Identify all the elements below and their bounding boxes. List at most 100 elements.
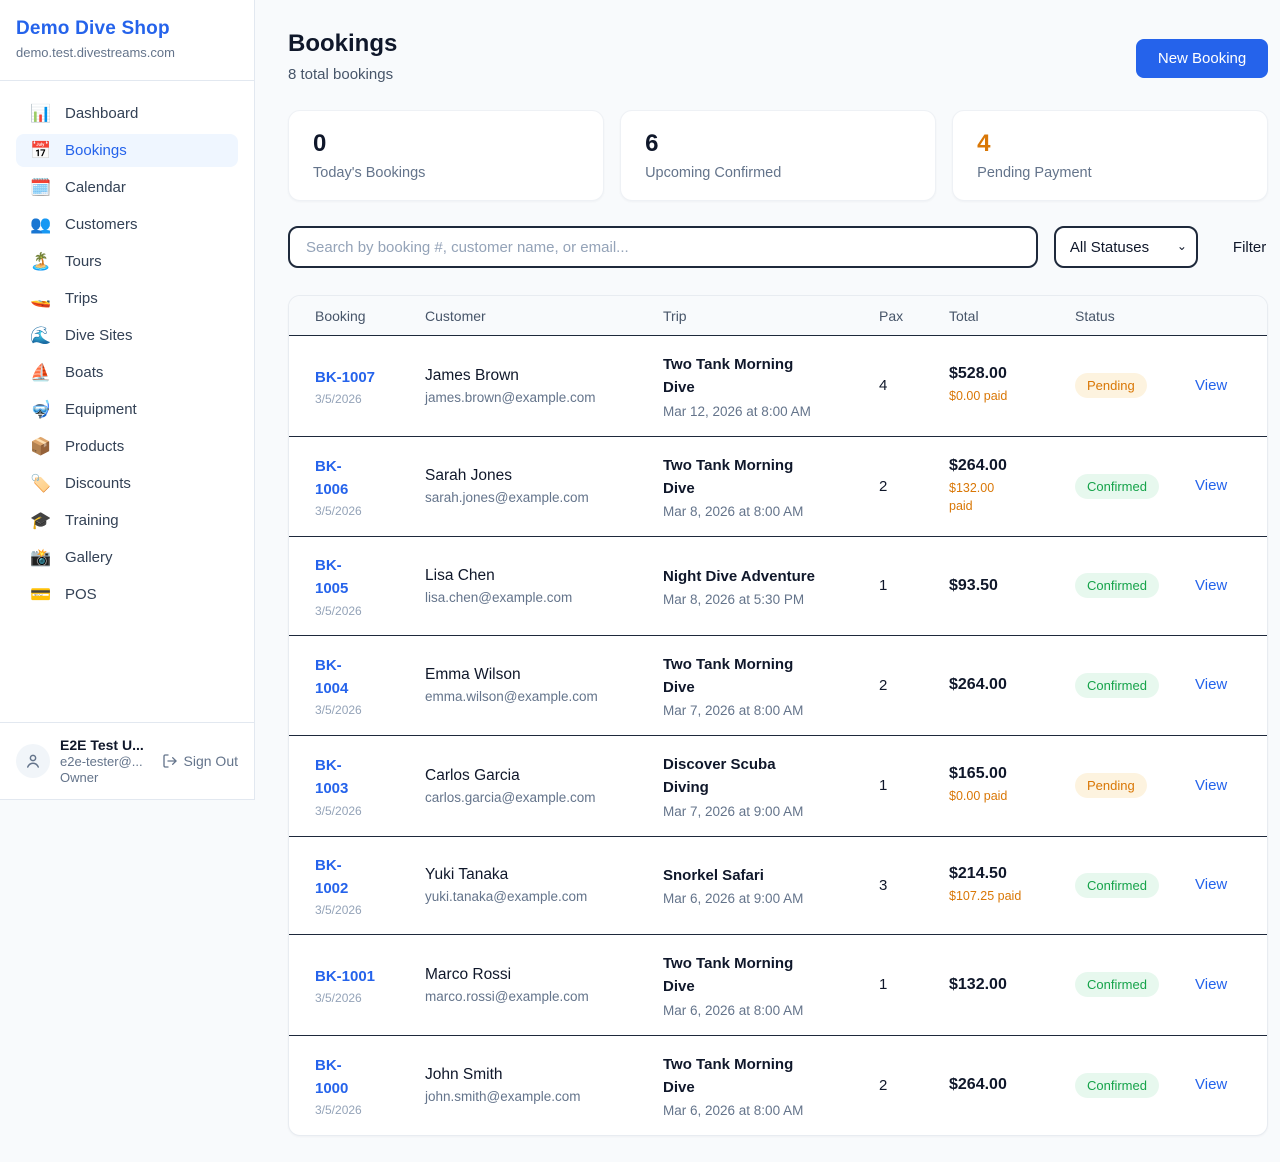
column-header-pax: Pax: [879, 308, 949, 324]
view-link[interactable]: View: [1195, 577, 1227, 594]
sidebar-item-gallery[interactable]: 📸 Gallery: [16, 541, 238, 574]
sidebar-item-label: Training: [65, 512, 119, 529]
table-body: BK-1007 3/5/2026 James Brown james.brown…: [289, 336, 1267, 1135]
sign-out-button[interactable]: Sign Out: [162, 753, 238, 769]
sidebar-header: Demo Dive Shop demo.test.divestreams.com: [0, 0, 254, 81]
pax-count: 2: [879, 478, 949, 495]
dive-sites-icon: 🌊: [30, 327, 52, 344]
user-info: E2E Test U... e2e-tester@... Owner: [60, 737, 144, 785]
sidebar-item-training[interactable]: 🎓 Training: [16, 504, 238, 537]
column-header-customer: Customer: [425, 308, 663, 324]
status-badge: Confirmed: [1075, 1073, 1159, 1098]
trip-name: Discover Scuba Diving: [663, 753, 865, 800]
sidebar-item-boats[interactable]: ⛵ Boats: [16, 356, 238, 389]
table-row: BK- 1006 3/5/2026 Sarah Jones sarah.jone…: [289, 437, 1267, 538]
new-booking-button[interactable]: New Booking: [1136, 39, 1268, 78]
customer-name: Lisa Chen: [425, 567, 649, 585]
sidebar-item-label: Gallery: [65, 549, 113, 566]
sidebar-item-label: Dashboard: [65, 105, 138, 122]
view-link[interactable]: View: [1195, 377, 1227, 394]
booking-id-link[interactable]: BK-1001: [315, 965, 375, 988]
tours-icon: 🏝️: [30, 253, 52, 270]
stat-value: 4: [977, 130, 1243, 158]
sign-out-icon: [162, 753, 178, 769]
booking-id-link[interactable]: BK-1007: [315, 366, 375, 389]
sidebar-item-pos[interactable]: 💳 POS: [16, 578, 238, 611]
table-row: BK- 1002 3/5/2026 Yuki Tanaka yuki.tanak…: [289, 837, 1267, 936]
view-link[interactable]: View: [1195, 477, 1227, 494]
status-badge: Confirmed: [1075, 474, 1159, 499]
sidebar-item-label: Trips: [65, 290, 98, 307]
sidebar-item-tours[interactable]: 🏝️ Tours: [16, 245, 238, 278]
status-select-wrap: All Statuses ⌄: [1054, 226, 1198, 268]
trip-datetime: Mar 8, 2026 at 8:00 AM: [663, 504, 865, 519]
view-link[interactable]: View: [1195, 777, 1227, 794]
customer-email: sarah.jones@example.com: [425, 490, 649, 505]
booking-id-link[interactable]: BK- 1000: [315, 1054, 348, 1101]
status-badge: Pending: [1075, 373, 1147, 398]
table-row: BK-1001 3/5/2026 Marco Rossi marco.rossi…: [289, 935, 1267, 1036]
booking-id-link[interactable]: BK- 1003: [315, 754, 348, 801]
filter-button[interactable]: Filter: [1231, 233, 1268, 262]
booking-id-link[interactable]: BK- 1005: [315, 554, 348, 601]
trips-icon: 🚤: [30, 290, 52, 307]
search-input[interactable]: [288, 226, 1038, 268]
app-root: Demo Dive Shop demo.test.divestreams.com…: [0, 0, 1280, 1162]
sidebar-item-dashboard[interactable]: 📊 Dashboard: [16, 97, 238, 130]
sidebar-item-trips[interactable]: 🚤 Trips: [16, 282, 238, 315]
gallery-icon: 📸: [30, 549, 52, 566]
booking-date: 3/5/2026: [315, 703, 411, 717]
booking-id-link[interactable]: BK- 1002: [315, 854, 348, 901]
sidebar-item-equipment[interactable]: 🤿 Equipment: [16, 393, 238, 426]
view-link[interactable]: View: [1195, 876, 1227, 893]
page-header: Bookings 8 total bookings New Booking: [288, 30, 1268, 83]
booking-date: 3/5/2026: [315, 1103, 411, 1117]
booking-date: 3/5/2026: [315, 804, 411, 818]
pax-count: 2: [879, 677, 949, 694]
sidebar-item-calendar[interactable]: 🗓️ Calendar: [16, 171, 238, 204]
page-subtitle: 8 total bookings: [288, 66, 397, 83]
boats-icon: ⛵: [30, 364, 52, 381]
column-header-status: Status: [1075, 308, 1195, 324]
training-icon: 🎓: [30, 512, 52, 529]
trip-name: Two Tank Morning Dive: [663, 353, 865, 400]
sidebar-item-products[interactable]: 📦 Products: [16, 430, 238, 463]
view-link[interactable]: View: [1195, 676, 1227, 693]
sidebar-item-bookings[interactable]: 📅 Bookings: [16, 134, 238, 167]
bookings-table: Booking Customer Trip Pax Total Status B…: [288, 295, 1268, 1136]
customer-name: Sarah Jones: [425, 467, 649, 485]
brand-domain: demo.test.divestreams.com: [16, 45, 238, 60]
customer-email: carlos.garcia@example.com: [425, 790, 649, 805]
sidebar-nav: 📊 Dashboard 📅 Bookings 🗓️ Calendar 👥 Cus…: [0, 81, 254, 615]
discounts-icon: 🏷️: [30, 475, 52, 492]
column-header-total: Total: [949, 308, 1075, 324]
sidebar-item-customers[interactable]: 👥 Customers: [16, 208, 238, 241]
customer-email: emma.wilson@example.com: [425, 689, 649, 704]
paid-amount: $132.00 paid: [949, 479, 1061, 517]
status-select[interactable]: All Statuses: [1054, 226, 1198, 268]
paid-amount: $107.25 paid: [949, 887, 1061, 906]
booking-date: 3/5/2026: [315, 604, 411, 618]
sidebar-item-dive-sites[interactable]: 🌊 Dive Sites: [16, 319, 238, 352]
pax-count: 4: [879, 377, 949, 394]
view-link[interactable]: View: [1195, 1076, 1227, 1093]
view-link[interactable]: View: [1195, 976, 1227, 993]
total-amount: $264.00: [949, 457, 1061, 475]
trip-name: Two Tank Morning Dive: [663, 952, 865, 999]
table-row: BK- 1005 3/5/2026 Lisa Chen lisa.chen@ex…: [289, 537, 1267, 636]
trip-name: Two Tank Morning Dive: [663, 454, 865, 501]
trip-name: Night Dive Adventure: [663, 565, 865, 588]
pax-count: 3: [879, 877, 949, 894]
customer-email: james.brown@example.com: [425, 390, 649, 405]
booking-id-link[interactable]: BK- 1006: [315, 455, 348, 502]
filter-row: All Statuses ⌄ Filter: [288, 226, 1268, 268]
sidebar-item-discounts[interactable]: 🏷️ Discounts: [16, 467, 238, 500]
customer-name: John Smith: [425, 1066, 649, 1084]
stat-card-pending-payment: 4 Pending Payment: [952, 110, 1268, 201]
calendar-icon: 🗓️: [30, 179, 52, 196]
booking-id-link[interactable]: BK- 1004: [315, 654, 348, 701]
total-amount: $93.50: [949, 577, 1061, 595]
pax-count: 1: [879, 976, 949, 993]
sidebar-item-label: Boats: [65, 364, 103, 381]
total-amount: $165.00: [949, 765, 1061, 783]
